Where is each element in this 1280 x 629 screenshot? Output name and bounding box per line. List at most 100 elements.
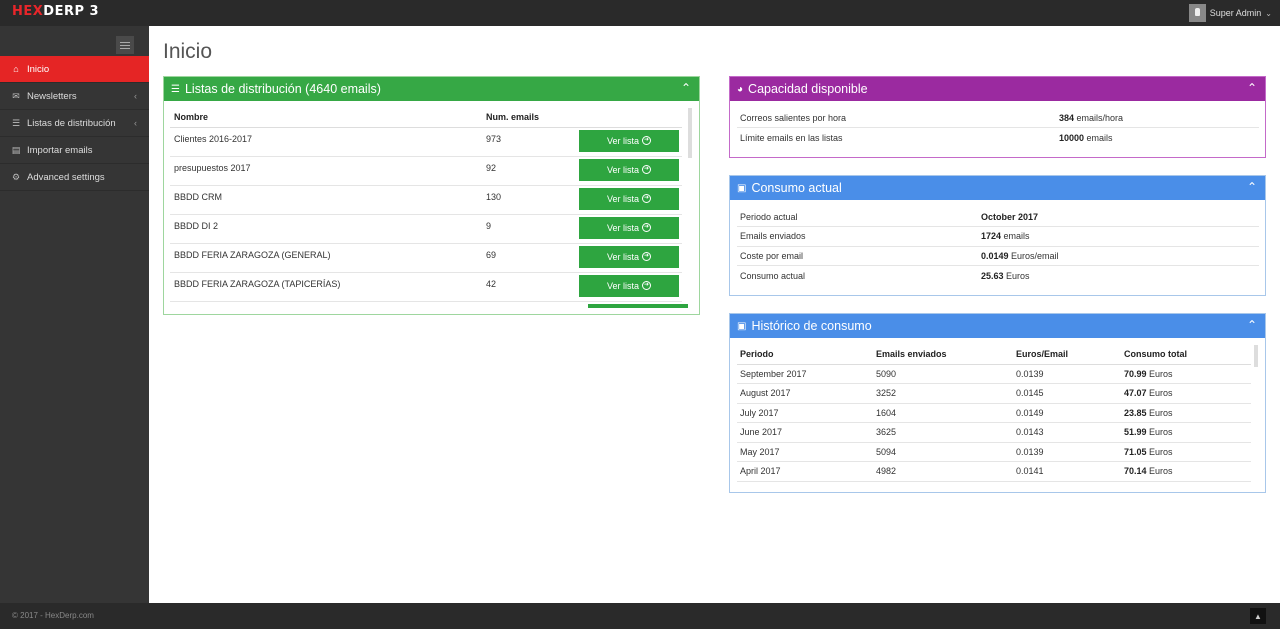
list-count: 9 <box>482 214 579 244</box>
sidebar-item-advanced-settings[interactable]: ⚙ Advanced settings <box>0 164 149 191</box>
period-cell: July 2017 <box>737 403 873 423</box>
consumo-panel-header: ▣ Consumo actual ⌃ <box>730 176 1265 200</box>
chevron-up-icon[interactable]: ⌃ <box>681 81 691 95</box>
period-cell: September 2017 <box>737 364 873 384</box>
list-name: BBDD DI 2 <box>170 214 482 244</box>
sidebar-item-label: Advanced settings <box>27 171 105 183</box>
table-row: April 2017 4982 0.0141 70.14 Euros <box>737 461 1251 482</box>
arrow-right-circle-icon: ➜ <box>642 252 651 261</box>
arrow-right-circle-icon: ➜ <box>642 136 651 145</box>
value-number: October 2017 <box>981 211 1039 222</box>
list-name: BBDD CRM <box>170 185 482 215</box>
value-unit: Euros/email <box>1008 250 1059 261</box>
row-label: Coste por email <box>737 246 978 266</box>
value-unit: emails <box>1001 231 1030 242</box>
row-value: 25.63 Euros <box>978 266 1259 286</box>
value-number: 1724 <box>981 231 1002 242</box>
sent-cell: 3252 <box>873 383 1013 404</box>
chevron-up-icon: ▲ <box>1254 611 1262 621</box>
table-row: BBDD DI 2 9 Ver lista ➜ <box>170 214 682 244</box>
home-icon: ⌂ <box>13 64 19 74</box>
button-label: Ver lista <box>606 251 639 262</box>
historico-table-container[interactable]: Periodo Emails enviados Euros/Email Cons… <box>737 344 1259 482</box>
total-unit: Euros <box>1146 368 1173 379</box>
rate-cell: 0.0145 <box>1013 383 1121 404</box>
list-name: presupuestos 2017 <box>170 156 482 186</box>
table-row: Coste por email 0.0149 Euros/email <box>737 246 1259 266</box>
total-number: 70.14 <box>1124 466 1147 477</box>
scroll-to-top-button[interactable]: ▲ <box>1250 608 1266 624</box>
user-menu[interactable]: Super Admin ⌄ <box>1188 3 1272 23</box>
table-row: Límite emails en las listas 10000 emails <box>737 128 1259 148</box>
action-cell: Ver lista ➜ <box>579 243 682 273</box>
panel-title: Listas de distribución (4640 emails) <box>184 82 381 96</box>
capacidad-panel-header: ◕ Capacidad disponible ⌃ <box>730 77 1265 101</box>
row-value: 1724 emails <box>978 226 1259 247</box>
sidebar-item-listas[interactable]: ☰ Listas de distribución ‹ <box>0 110 149 137</box>
sidebar: ⌂ Inicio ✉ Newsletters ‹ ☰ Listas de dis… <box>0 26 149 603</box>
listas-table-container[interactable]: Nombre Num. emails Clientes 2016-2017 97… <box>170 107 690 308</box>
total-number: 47.07 <box>1124 388 1147 399</box>
top-bar: HEXDERP 3 Super Admin ⌄ <box>0 0 1280 26</box>
menu-toggle-button[interactable] <box>116 36 134 54</box>
hamburger-icon-line <box>120 47 130 49</box>
row-label: Límite emails en las listas <box>740 132 843 143</box>
table-row: BBDD CRM 130 Ver lista ➜ <box>170 185 682 215</box>
ver-lista-button-partial[interactable] <box>588 304 688 308</box>
panel-title: Capacidad disponible <box>748 82 868 96</box>
list-count: 973 <box>482 127 579 157</box>
chevron-up-icon[interactable]: ⌃ <box>1247 318 1257 332</box>
list-name: BBDD FERIA ZARAGOZA (TAPICERÍAS) <box>170 272 482 302</box>
avatar <box>1188 4 1206 22</box>
list-icon: ☰ <box>11 117 21 128</box>
sidebar-item-label: Inicio <box>27 63 50 75</box>
ver-lista-button[interactable]: Ver lista ➜ <box>579 216 679 239</box>
sidebar-item-inicio[interactable]: ⌂ Inicio <box>0 56 149 83</box>
chevron-left-icon: ‹ <box>134 91 137 101</box>
table-row: July 2017 1604 0.0149 23.85 Euros <box>737 403 1251 423</box>
button-label: Ver lista <box>606 222 639 233</box>
inbox-icon: ▤ <box>11 144 21 155</box>
button-label: Ver lista <box>606 135 639 146</box>
table-row: Correos salientes por hora 384 emails/ho… <box>737 108 1259 128</box>
hamburger-icon-line <box>120 44 130 46</box>
listas-panel: ☰ Listas de distribución (4640 emails) ⌃… <box>163 76 700 315</box>
table-header-row: Periodo Emails enviados Euros/Email Cons… <box>737 344 1251 365</box>
ver-lista-button[interactable]: Ver lista ➜ <box>579 129 679 152</box>
historico-scrollbar[interactable] <box>1254 345 1258 367</box>
total-unit: Euros <box>1146 446 1173 457</box>
sidebar-item-label: Listas de distribución <box>27 117 116 129</box>
ver-lista-button[interactable]: Ver lista ➜ <box>579 187 679 210</box>
user-name: Super Admin <box>1209 8 1262 18</box>
row-value: 0.0149 Euros/email <box>978 246 1259 266</box>
historico-table: Periodo Emails enviados Euros/Email Cons… <box>737 344 1251 482</box>
table-row: Consumo actual 25.63 Euros <box>737 266 1259 286</box>
dashboard-icon: ◕ <box>737 83 744 95</box>
chevron-up-icon[interactable]: ⌃ <box>1247 180 1257 194</box>
ver-lista-button[interactable]: Ver lista ➜ <box>579 245 679 268</box>
listas-scrollbar[interactable] <box>688 108 692 158</box>
gears-icon: ⚙ <box>11 171 21 182</box>
sidebar-item-importar[interactable]: ▤ Importar emails <box>0 137 149 164</box>
ver-lista-button[interactable]: Ver lista ➜ <box>579 158 679 181</box>
value-unit: emails/hora <box>1074 112 1124 123</box>
total-number: 23.85 <box>1124 407 1147 418</box>
row-value: October 2017 <box>978 207 1259 227</box>
image-icon: ▣ <box>737 182 747 194</box>
chevron-up-icon[interactable]: ⌃ <box>1247 81 1257 95</box>
ver-lista-button[interactable]: Ver lista ➜ <box>579 274 679 297</box>
total-unit: Euros <box>1146 388 1173 399</box>
column-header: Consumo total <box>1121 344 1251 365</box>
row-label: Consumo actual <box>740 270 806 281</box>
total-number: 71.05 <box>1124 446 1147 457</box>
list-name: Clientes 2016-2017 <box>170 127 482 157</box>
action-cell: Ver lista ➜ <box>579 185 682 215</box>
sidebar-item-newsletters[interactable]: ✉ Newsletters ‹ <box>0 83 149 110</box>
footer: © 2017 - HexDerp.com ▲ <box>0 603 1280 629</box>
sent-cell: 3625 <box>873 422 1013 443</box>
action-cell: Ver lista ➜ <box>579 272 682 302</box>
chevron-left-icon: ‹ <box>134 118 137 128</box>
total-cell: 70.14 Euros <box>1121 461 1251 482</box>
app-logo[interactable]: HEXDERP 3 <box>12 4 99 19</box>
arrow-right-circle-icon: ➜ <box>642 281 651 290</box>
